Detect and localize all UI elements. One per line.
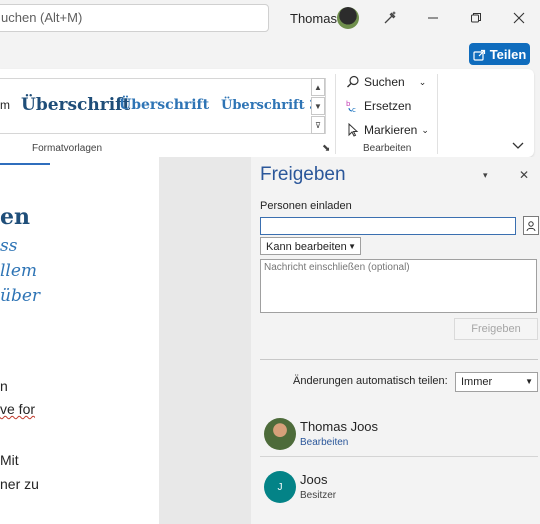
gallery-more-icon[interactable]: ⊽ [311, 116, 325, 134]
document-heading: en [0, 204, 30, 230]
invite-label: Personen einladen [260, 200, 352, 212]
chevron-down-icon: ⌄ [421, 124, 429, 135]
share-icon [473, 49, 485, 61]
minimize-icon[interactable] [420, 6, 446, 30]
avatar: J [264, 471, 296, 503]
ribbon-divider [335, 74, 336, 154]
close-window-icon[interactable] [506, 6, 532, 30]
ribbon-collapse-icon[interactable] [512, 138, 528, 152]
auto-share-select[interactable]: Immer ▼ [455, 372, 538, 392]
message-input[interactable]: Nachricht einschließen (optional) [260, 259, 537, 313]
svg-text:b: b [346, 100, 351, 108]
search-icon [347, 75, 359, 88]
message-placeholder: Nachricht einschließen (optional) [264, 262, 410, 273]
permission-value: Kann bearbeiten [266, 241, 347, 253]
user-avatar[interactable] [337, 7, 359, 29]
find-label: Suchen [364, 75, 405, 89]
pane-title: Freigeben [260, 164, 346, 185]
auto-share-label: Änderungen automatisch teilen: [293, 375, 448, 387]
svg-text:c: c [352, 106, 356, 113]
style-heading-1[interactable]: Überschrift [21, 78, 130, 132]
style-heading-3[interactable]: Überschrift 3 [221, 78, 318, 132]
user-name[interactable]: Thomas [290, 11, 337, 26]
cursor-icon [348, 123, 359, 137]
ribbon-divider [437, 74, 438, 154]
divider [260, 456, 538, 457]
divider [260, 359, 538, 360]
chevron-down-icon: ▼ [348, 242, 356, 251]
search-input[interactable]: uchen (Alt+M) [0, 4, 269, 32]
share-pane [251, 157, 540, 524]
gallery-down-icon[interactable]: ▼ [311, 97, 325, 115]
replace-label: Ersetzen [364, 99, 412, 113]
style-standard[interactable]: m [0, 78, 10, 132]
tab-underline [0, 163, 50, 165]
share-button-label: Teilen [489, 46, 527, 62]
edit-group-label: Bearbeiten [363, 143, 412, 154]
pane-close-icon[interactable]: ✕ [519, 168, 529, 182]
share-submit-button[interactable]: Freigeben [454, 318, 538, 340]
person-name: Thomas Joos [300, 419, 379, 434]
invite-input[interactable] [260, 217, 516, 235]
styles-group-label: Formatvorlagen [32, 143, 103, 154]
share-button[interactable]: Teilen [469, 43, 530, 65]
gallery-scroll: ▲ ▼ ⊽ [311, 78, 325, 134]
style-heading-2[interactable]: Überschrift 2 [119, 78, 209, 132]
avatar [264, 418, 296, 450]
document-text-line: ve for [0, 401, 36, 417]
document-text-line: Mit [0, 452, 19, 468]
person-permission-link[interactable]: Bearbeiten [300, 437, 348, 448]
replace-button[interactable]: bc Ersetzen [346, 97, 411, 115]
pane-options-icon[interactable]: ▾ [483, 170, 488, 181]
gallery-up-icon[interactable]: ▲ [311, 78, 325, 96]
person-name: Joos [300, 472, 328, 487]
permission-select[interactable]: Kann bearbeiten ▼ [260, 237, 361, 255]
find-button[interactable]: Suchen ⌄ [346, 73, 426, 91]
document-italic-line: ss [0, 236, 18, 256]
person-role: Besitzer [300, 490, 337, 501]
document-text-line: n [0, 378, 8, 394]
document-italic-line: über [0, 286, 41, 306]
dialog-launcher-icon[interactable]: ⬊ [322, 143, 330, 154]
chevron-down-icon: ▼ [525, 377, 533, 386]
select-button[interactable]: Markieren ⌄ [346, 121, 429, 139]
designer-icon[interactable] [377, 6, 403, 30]
auto-share-value: Immer [461, 376, 493, 388]
restore-icon[interactable] [463, 6, 489, 30]
document-italic-line: llem [0, 261, 38, 281]
replace-icon: bc [346, 100, 356, 113]
address-book-icon[interactable] [523, 216, 539, 235]
select-label: Markieren [364, 123, 418, 137]
chevron-down-icon: ⌄ [418, 76, 427, 87]
document-text-line: ner zu [0, 476, 39, 492]
